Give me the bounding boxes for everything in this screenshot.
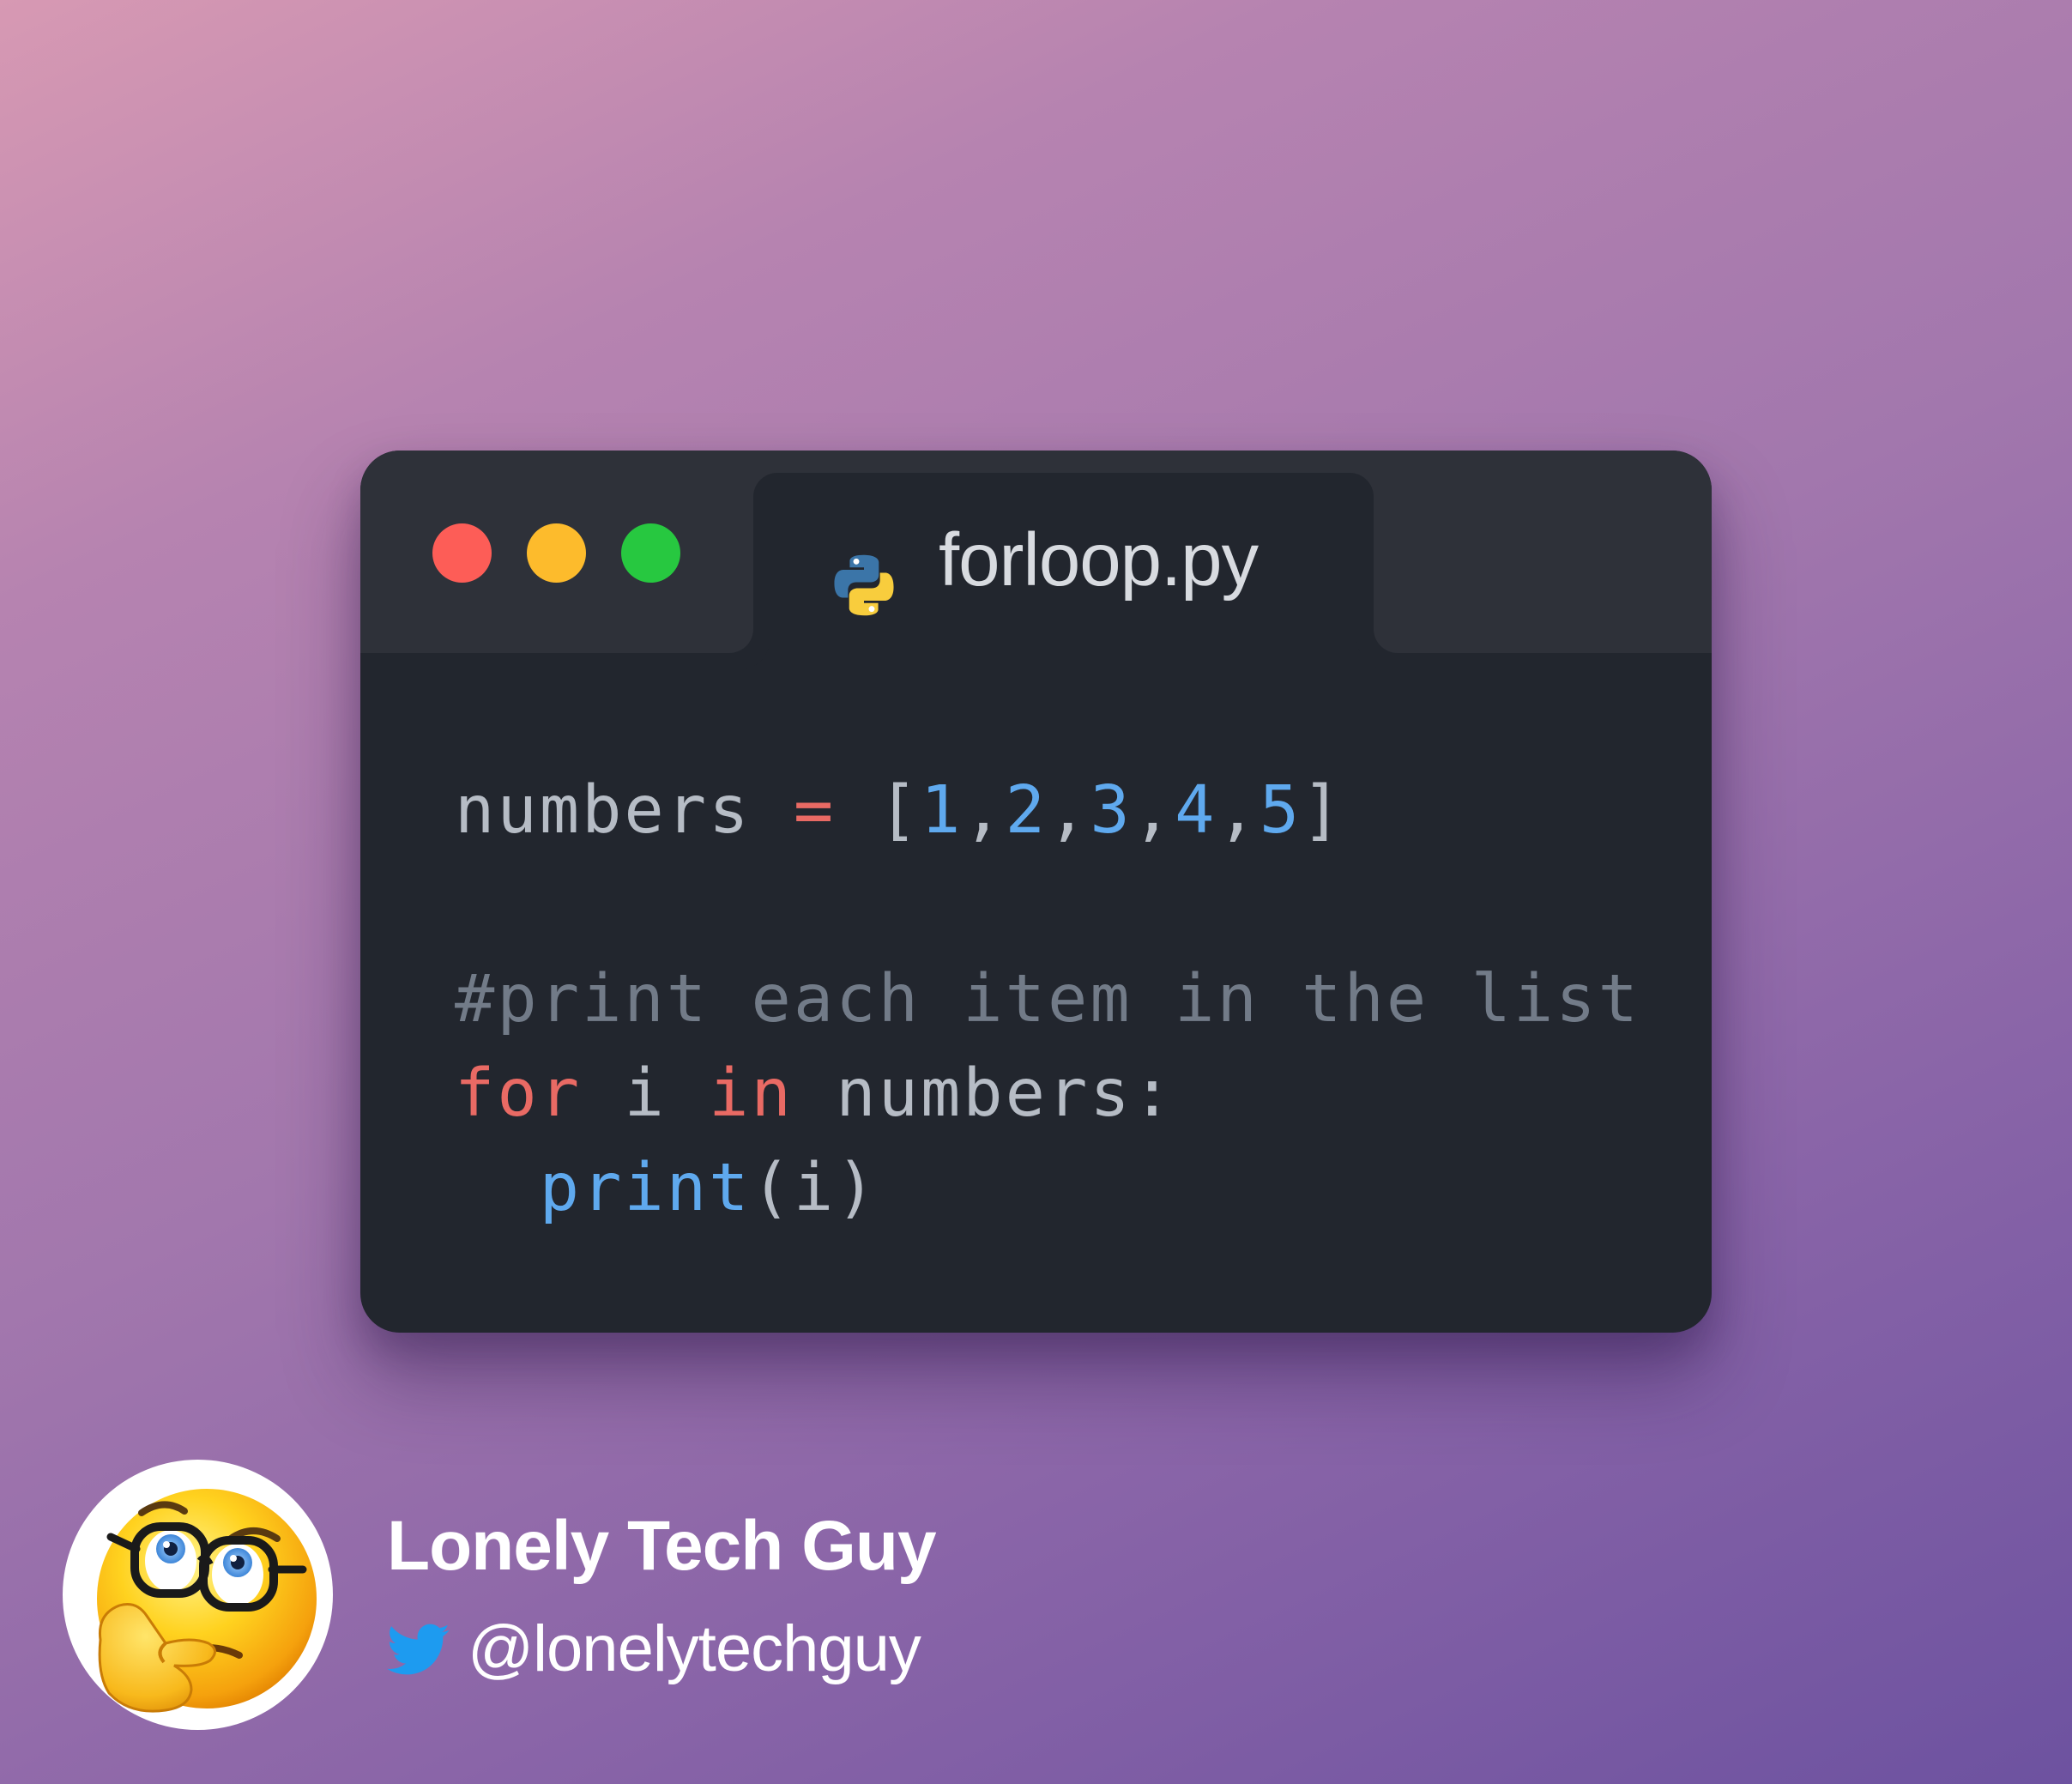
code-token-keyword-for: for — [455, 1055, 583, 1132]
code-token-number: 3 — [1090, 772, 1133, 849]
python-icon — [834, 554, 894, 616]
code-line-4: for i in numbers: — [455, 1047, 1640, 1141]
code-line-5: print(i) — [455, 1141, 1640, 1236]
code-token-bracket-open: [ — [878, 772, 921, 849]
code-token-iterable: numbers: — [836, 1055, 1175, 1132]
maximize-window-button[interactable] — [621, 523, 680, 583]
code-token-bracket-close: ] — [1302, 772, 1344, 849]
code-token-number: 2 — [1005, 772, 1048, 849]
close-window-button[interactable] — [432, 523, 492, 583]
thinking-face-emoji-icon — [97, 1489, 317, 1713]
code-token-number: 1 — [920, 772, 964, 849]
code-token-comma: , — [1217, 772, 1260, 849]
code-token-comma: , — [963, 772, 1006, 849]
code-line-1: numbers = [1,2,3,4,5] — [455, 764, 1640, 858]
window-titlebar: forloop.py — [360, 451, 1712, 679]
code-token-function: print — [539, 1150, 752, 1226]
file-tab[interactable]: forloop.py — [753, 473, 1374, 679]
avatar — [63, 1460, 333, 1730]
minimize-window-button[interactable] — [527, 523, 586, 583]
code-token-args: (i) — [751, 1150, 879, 1226]
code-token-variable: i — [624, 1055, 667, 1132]
code-comment: #print each item in the list — [455, 961, 1641, 1037]
code-window: forloop.py numbers = [1,2,3,4,5] #print … — [360, 451, 1712, 1333]
code-token-number: 4 — [1175, 772, 1217, 849]
code-token-comma: , — [1132, 772, 1175, 849]
code-line-3: #print each item in the list — [455, 952, 1640, 1047]
code-token-comma: , — [1048, 772, 1090, 849]
twitter-icon — [387, 1624, 450, 1675]
tab-filename: forloop.py — [939, 518, 1259, 602]
code-token-operator: = — [793, 772, 837, 849]
code-block: numbers = [1,2,3,4,5] #print each item i… — [455, 764, 1640, 1236]
author-name: Lonely Tech Guy — [387, 1507, 937, 1585]
code-token-variable: numbers — [455, 772, 752, 849]
code-token-keyword-in: in — [709, 1055, 794, 1132]
code-token-number: 5 — [1259, 772, 1302, 849]
author-handle[interactable]: @lonelytechguy — [468, 1612, 921, 1686]
